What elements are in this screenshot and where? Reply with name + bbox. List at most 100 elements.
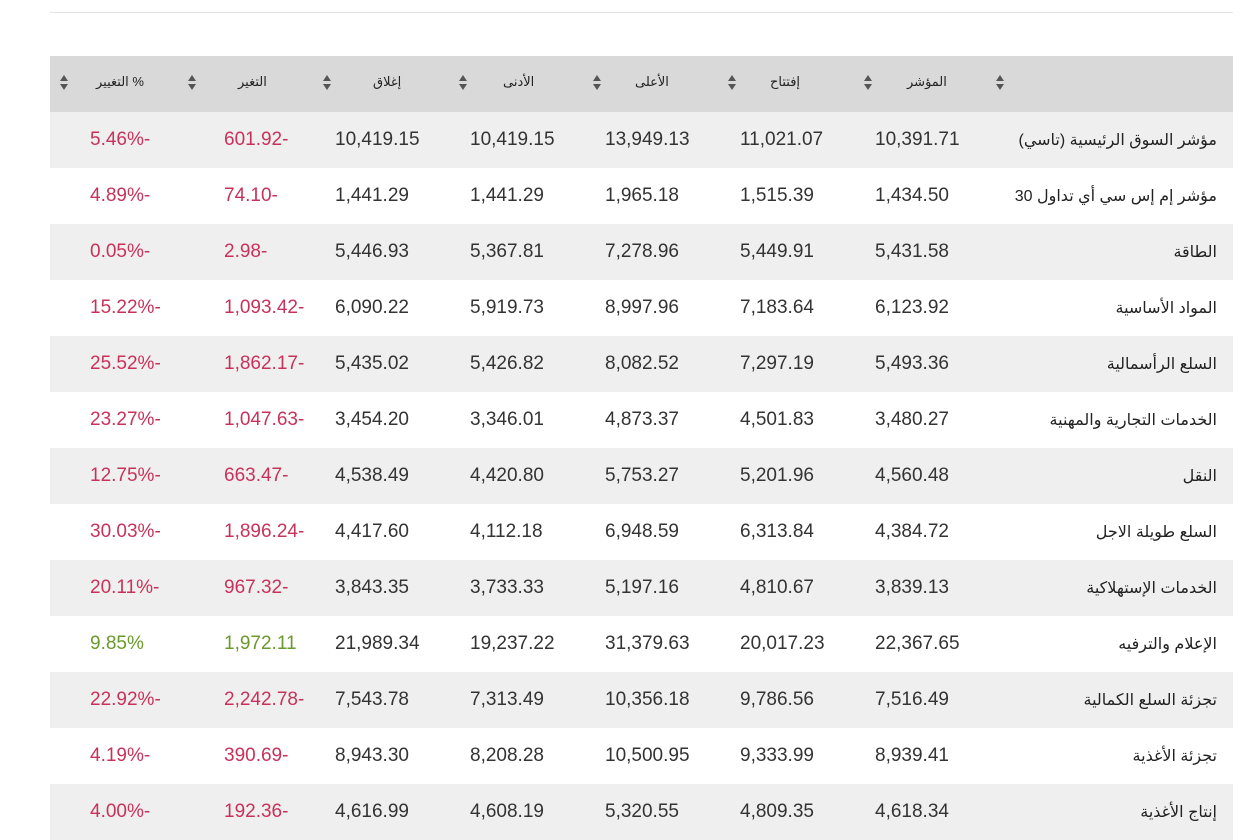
row-name: الخدمات التجارية والمهنية [1049, 412, 1217, 429]
row-close-value: 4,538.49 [335, 465, 409, 486]
table-row[interactable]: الطاقة 5,431.58 5,449.91 7,278.96 5,367.… [50, 224, 1233, 280]
row-index-value: 10,391.71 [875, 129, 960, 150]
table-row[interactable]: الخدمات الإستهلاكية 3,839.13 4,810.67 5,… [50, 560, 1233, 616]
row-close-value: 10,419.15 [335, 129, 420, 150]
row-open-value: 11,021.07 [740, 129, 824, 150]
row-close-value: 4,417.60 [335, 521, 409, 542]
row-low-value: 7,313.49 [470, 689, 544, 710]
header-change-label: التغير [238, 74, 267, 89]
row-index-value: 4,560.48 [875, 465, 949, 486]
row-index-value: 7,516.49 [875, 689, 949, 710]
header-close-column[interactable]: إغلاق [323, 56, 460, 112]
row-change-value: 967.32- [224, 577, 289, 598]
row-low-value: 19,237.22 [470, 633, 555, 654]
row-change-value: 390.69- [224, 745, 289, 766]
row-high-value: 6,948.59 [605, 521, 679, 542]
row-low-value: 5,426.82 [470, 353, 544, 374]
row-name: الإعلام والترفيه [1118, 636, 1217, 653]
row-close-value: 6,090.22 [335, 297, 409, 318]
row-index-value: 1,434.50 [875, 185, 949, 206]
row-high-value: 5,320.55 [605, 801, 679, 822]
row-pct-value: 0.05%- [90, 241, 151, 262]
market-indices-table-container: المؤشر إفتتاح الأعلى الأدنى إغلاق التغير… [50, 56, 1233, 840]
row-pct-value: 30.03%- [90, 521, 161, 542]
row-change-value: 2.98- [224, 241, 268, 262]
row-low-value: 3,346.01 [470, 409, 544, 430]
row-change-value: 1,093.42- [224, 297, 305, 318]
row-open-value: 1,515.39 [740, 185, 814, 206]
row-high-value: 10,356.18 [605, 689, 690, 710]
row-high-value: 7,278.96 [605, 241, 679, 262]
row-low-value: 4,420.80 [470, 465, 544, 486]
row-open-value: 4,501.83 [740, 409, 814, 430]
row-open-value: 4,810.67 [740, 577, 814, 598]
row-high-value: 31,379.63 [605, 633, 690, 654]
row-change-value: 1,972.11 [224, 633, 297, 654]
row-index-value: 5,431.58 [875, 241, 949, 262]
row-open-value: 5,449.91 [740, 241, 814, 262]
row-low-value: 1,441.29 [470, 185, 544, 206]
header-pct-column[interactable]: % التغيير [50, 56, 190, 112]
row-name: إنتاج الأغذية [1140, 804, 1217, 821]
top-divider [50, 12, 1233, 13]
row-low-value: 5,367.81 [470, 241, 544, 262]
table-row[interactable]: المواد الأساسية 6,123.92 7,183.64 8,997.… [50, 280, 1233, 336]
table-row[interactable]: تجزئة الأغذية 8,939.41 9,333.99 10,500.9… [50, 728, 1233, 784]
table-header-row: المؤشر إفتتاح الأعلى الأدنى إغلاق التغير… [50, 56, 1233, 112]
row-change-value: 1,047.63- [224, 409, 305, 430]
row-pct-value: 23.27%- [90, 409, 161, 430]
header-name-column[interactable] [996, 56, 1233, 112]
row-name: المواد الأساسية [1115, 300, 1217, 317]
row-name: مؤشر السوق الرئيسية (تاسي) [1018, 132, 1217, 149]
table-row[interactable]: السلع الرأسمالية 5,493.36 7,297.19 8,082… [50, 336, 1233, 392]
row-name: السلع طويلة الاجل [1095, 524, 1217, 541]
table-row[interactable]: الخدمات التجارية والمهنية 3,480.27 4,501… [50, 392, 1233, 448]
row-index-value: 4,618.34 [875, 801, 949, 822]
row-pct-value: 4.89%- [90, 185, 151, 206]
row-open-value: 7,183.64 [740, 297, 814, 318]
header-change-column[interactable]: التغير [188, 56, 325, 112]
header-low-label: الأدنى [503, 74, 535, 89]
table-row[interactable]: السلع طويلة الاجل 4,384.72 6,313.84 6,94… [50, 504, 1233, 560]
sort-icon[interactable] [59, 75, 69, 93]
table-row[interactable]: إنتاج الأغذية 4,618.34 4,809.35 5,320.55… [50, 784, 1233, 840]
row-high-value: 1,965.18 [605, 185, 679, 206]
row-pct-value: 15.22%- [90, 297, 161, 318]
row-high-value: 10,500.95 [605, 745, 690, 766]
row-close-value: 7,543.78 [335, 689, 409, 710]
header-pct-label: % التغيير [96, 74, 144, 89]
header-low-column[interactable]: الأدنى [459, 56, 595, 112]
row-change-value: 2,242.78- [224, 689, 305, 710]
row-change-value: 601.92- [224, 129, 289, 150]
row-close-value: 8,943.30 [335, 745, 409, 766]
header-open-label: إفتتاح [770, 74, 801, 89]
row-open-value: 7,297.19 [740, 353, 814, 374]
row-close-value: 5,446.93 [335, 241, 409, 262]
table-row[interactable]: مؤشر السوق الرئيسية (تاسي) 10,391.71 11,… [50, 112, 1233, 168]
row-low-value: 4,112.18 [470, 521, 543, 542]
row-low-value: 10,419.15 [470, 129, 555, 150]
row-index-value: 3,839.13 [875, 577, 949, 598]
row-low-value: 3,733.33 [470, 577, 544, 598]
table-row[interactable]: الإعلام والترفيه 22,367.65 20,017.23 31,… [50, 616, 1233, 672]
row-low-value: 8,208.28 [470, 745, 544, 766]
table-row[interactable]: مؤشر إم إس سي أي تداول 30 1,434.50 1,515… [50, 168, 1233, 224]
row-pct-value: 22.92%- [90, 689, 161, 710]
row-close-value: 1,441.29 [335, 185, 409, 206]
row-pct-value: 5.46%- [90, 129, 151, 150]
row-close-value: 3,454.20 [335, 409, 409, 430]
row-open-value: 9,786.56 [740, 689, 814, 710]
row-open-value: 9,333.99 [740, 745, 814, 766]
row-open-value: 6,313.84 [740, 521, 814, 542]
header-open-column[interactable]: إفتتاح [728, 56, 865, 112]
table-row[interactable]: تجزئة السلع الكمالية 7,516.49 9,786.56 1… [50, 672, 1233, 728]
row-pct-value: 4.00%- [90, 801, 151, 822]
row-name: مؤشر إم إس سي أي تداول 30 [1014, 188, 1217, 205]
row-high-value: 4,873.37 [605, 409, 679, 430]
header-index-column[interactable]: المؤشر [864, 56, 1000, 112]
row-index-value: 8,939.41 [875, 745, 949, 766]
row-name: تجزئة السلع الكمالية [1083, 692, 1218, 709]
table-row[interactable]: النقل 4,560.48 5,201.96 5,753.27 4,420.8… [50, 448, 1233, 504]
row-high-value: 5,753.27 [605, 465, 679, 486]
header-high-column[interactable]: الأعلى [593, 56, 730, 112]
